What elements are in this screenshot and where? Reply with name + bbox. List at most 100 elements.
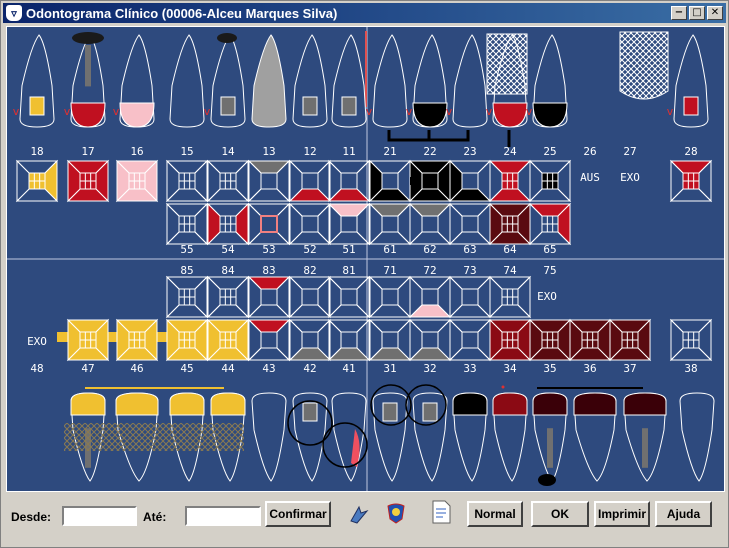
tooth-box-12[interactable]: [288, 159, 332, 203]
tooth-box-72[interactable]: [408, 275, 452, 319]
tooth-image-32[interactable]: [412, 392, 448, 482]
tooth-image-28[interactable]: v: [667, 34, 709, 128]
tooth-box-43[interactable]: [247, 318, 291, 362]
tooth-box-44[interactable]: [206, 318, 250, 362]
tooth-box-63[interactable]: [448, 202, 492, 246]
tooth-image-35[interactable]: [532, 392, 568, 482]
tooth-box-24[interactable]: [488, 159, 532, 203]
tooth-image-33[interactable]: [452, 392, 488, 482]
tooth-image-36[interactable]: [573, 392, 617, 482]
ate-input[interactable]: [185, 506, 261, 526]
tooth-box-61[interactable]: [368, 202, 412, 246]
close-button[interactable]: ✕: [707, 6, 723, 20]
tooth-image-43[interactable]: [251, 392, 287, 482]
tooth-box-37[interactable]: [608, 318, 652, 362]
tooth-box-28[interactable]: [669, 159, 713, 203]
tooth-image-37[interactable]: [623, 392, 667, 482]
maximize-button[interactable]: □: [689, 6, 705, 20]
tooth-box-35[interactable]: [528, 318, 572, 362]
tooth-box-73[interactable]: [448, 275, 492, 319]
normal-button[interactable]: Normal: [467, 501, 523, 527]
tooth-image-41[interactable]: [331, 392, 367, 482]
tooth-box-42[interactable]: [288, 318, 332, 362]
tooth-box-54[interactable]: [206, 202, 250, 246]
tooth-number-54: 54: [221, 243, 235, 256]
bottom-toolbar: Desde: Até: Confirmar Normal OK Imprimir…: [1, 496, 729, 546]
tooth-box-74[interactable]: [488, 275, 532, 319]
tooth-image-23[interactable]: v: [446, 34, 488, 128]
tooth-box-21[interactable]: [368, 159, 412, 203]
tooth-image-25[interactable]: v: [526, 34, 568, 128]
title-bar: ▿ Odontograma Clínico (00006-Alceu Marqu…: [3, 3, 726, 23]
tooth-box-23[interactable]: [448, 159, 492, 203]
tooth-box-83[interactable]: [247, 275, 291, 319]
print-button[interactable]: Imprimir: [594, 501, 650, 527]
minimize-button[interactable]: −: [671, 6, 687, 20]
tooth-image-22[interactable]: v: [406, 34, 448, 128]
marker-34: [501, 385, 505, 389]
tooth-number-11: 11: [342, 145, 355, 158]
tooth-box-31[interactable]: [368, 318, 412, 362]
tooth-image-31[interactable]: [372, 392, 408, 482]
tooth-box-13[interactable]: [247, 159, 291, 203]
tooth-box-16[interactable]: [115, 159, 159, 203]
svg-text:v: v: [446, 105, 453, 118]
tooth-image-21[interactable]: v: [366, 34, 408, 128]
crest-icon[interactable]: [384, 501, 408, 525]
tooth-box-18[interactable]: [15, 159, 59, 203]
odontogram-svg: vvvvvvvvvv 18 17 16 15 14 13 12 11 21 22 23 24 25 26 2…: [7, 27, 724, 491]
document-icon[interactable]: [429, 500, 453, 524]
tooth-image-14[interactable]: v: [204, 34, 246, 128]
tooth-number-44: 44: [221, 362, 235, 375]
tooth-number-13: 13: [262, 145, 275, 158]
help-button[interactable]: Ajuda: [655, 501, 712, 527]
tooth-image-17[interactable]: v: [64, 34, 106, 128]
tooth-image-12[interactable]: [292, 34, 328, 128]
tooth-box-41[interactable]: [327, 318, 371, 362]
tooth-box-55[interactable]: [165, 202, 209, 246]
ok-button[interactable]: OK: [531, 501, 589, 527]
tooth-box-53[interactable]: [247, 202, 291, 246]
tooth-image-34[interactable]: [492, 392, 528, 482]
svg-text:v: v: [667, 105, 674, 118]
tooth-box-64[interactable]: [488, 202, 532, 246]
tooth-image-42[interactable]: [292, 392, 328, 482]
tooth-box-14[interactable]: [206, 159, 250, 203]
tooth-box-11[interactable]: [327, 159, 371, 203]
tooth-box-46[interactable]: [115, 318, 159, 362]
tooth-box-22[interactable]: [408, 159, 452, 203]
desde-input[interactable]: [62, 506, 137, 526]
tooth-number-42: 42: [303, 362, 316, 375]
tooth-box-84[interactable]: [206, 275, 250, 319]
tooth-box-15[interactable]: [165, 159, 209, 203]
tooth-image-13[interactable]: [251, 34, 287, 128]
tooth-image-16[interactable]: v: [113, 34, 155, 128]
tooth-image-38[interactable]: [679, 392, 715, 482]
tooth-number-28: 28: [684, 145, 697, 158]
tooth-box-81[interactable]: [327, 275, 371, 319]
tooth-number-48: 48: [30, 362, 43, 375]
tooth-box-71[interactable]: [368, 275, 412, 319]
tooth-box-25[interactable]: [528, 159, 572, 203]
status-exo-75: EXO: [537, 290, 557, 303]
tooth-box-33[interactable]: [448, 318, 492, 362]
tooth-number-51: 51: [342, 243, 355, 256]
tooth-box-85[interactable]: [165, 275, 209, 319]
confirm-button[interactable]: Confirmar: [265, 501, 331, 527]
tooth-box-52[interactable]: [288, 202, 332, 246]
tooth-image-11[interactable]: [331, 34, 367, 128]
tooth-box-34[interactable]: [488, 318, 532, 362]
tooth-box-62[interactable]: [408, 202, 452, 246]
tooth-box-47[interactable]: [66, 318, 110, 362]
tooth-box-36[interactable]: [568, 318, 612, 362]
tooth-box-82[interactable]: [288, 275, 332, 319]
tooth-image-18[interactable]: v: [13, 34, 55, 128]
tooth-box-65[interactable]: [528, 202, 572, 246]
tooth-box-45[interactable]: [165, 318, 209, 362]
tooth-tool-icon[interactable]: [346, 502, 370, 526]
tooth-box-32[interactable]: [408, 318, 452, 362]
tooth-image-15[interactable]: [169, 34, 205, 128]
tooth-box-17[interactable]: [66, 159, 110, 203]
tooth-box-51[interactable]: [327, 202, 371, 246]
tooth-box-38[interactable]: [669, 318, 713, 362]
